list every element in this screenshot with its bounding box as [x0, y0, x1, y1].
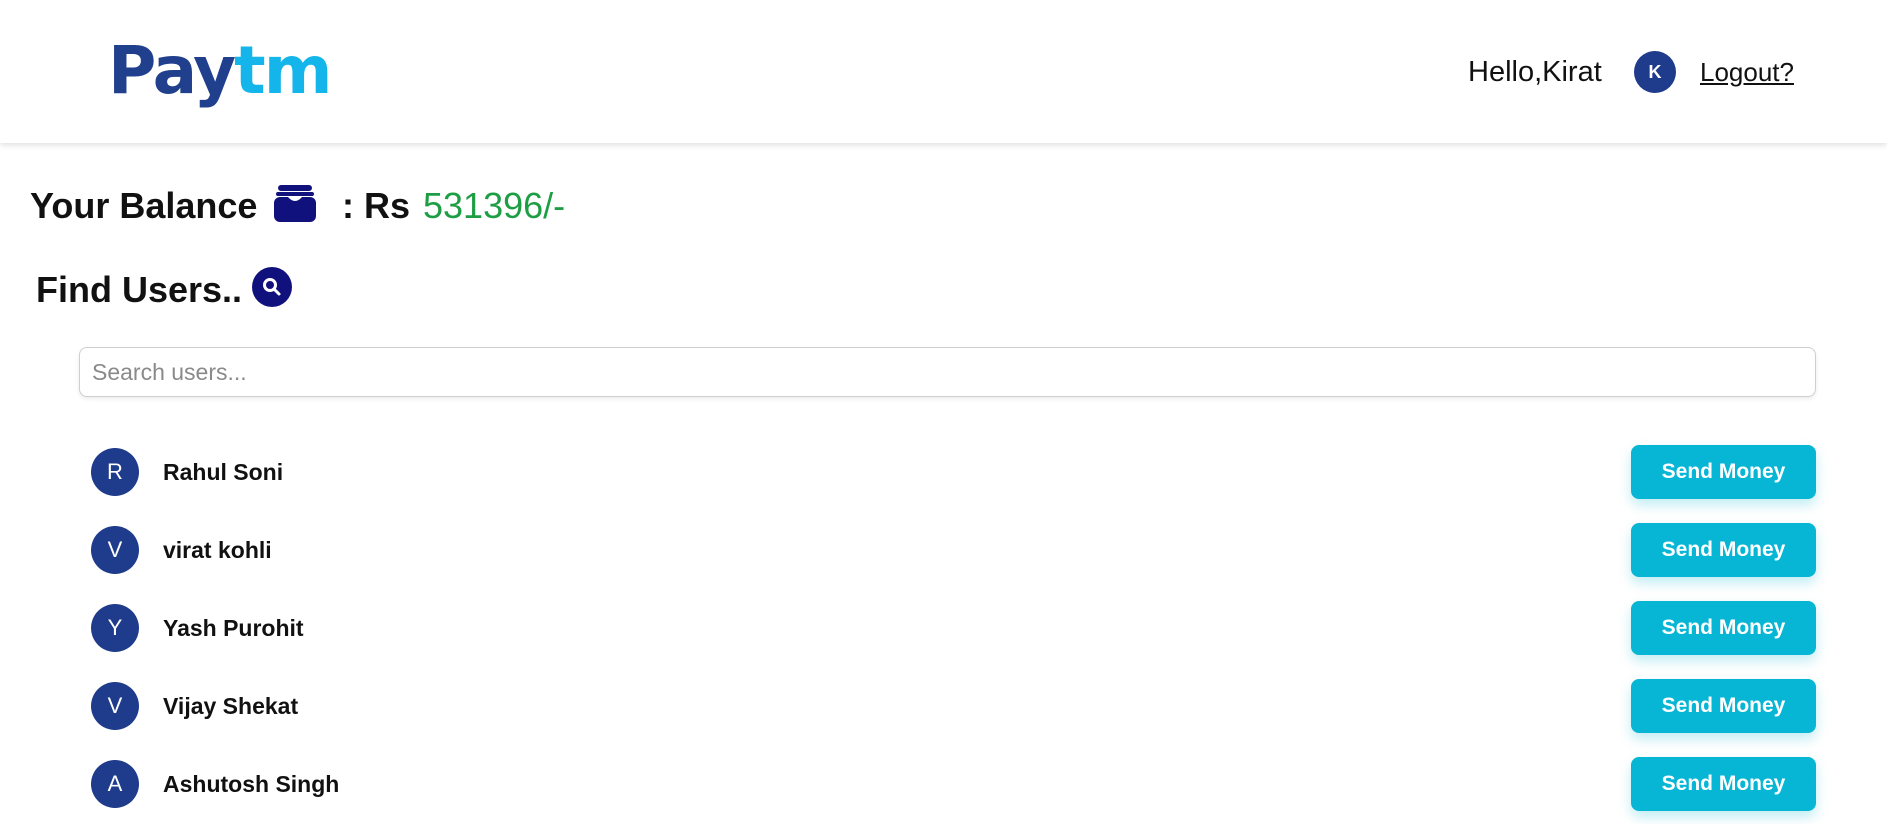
list-item: Y Yash Purohit Send Money	[0, 601, 1887, 655]
user-greeting: Hello,Kirat	[1468, 56, 1602, 88]
avatar: V	[91, 526, 139, 574]
list-item: V Vijay Shekat Send Money	[0, 679, 1887, 733]
avatar: R	[91, 448, 139, 496]
wallet-icon	[274, 185, 316, 222]
paytm-logo[interactable]: Pay tm	[108, 32, 332, 109]
avatar[interactable]: K	[1634, 51, 1676, 93]
find-users-title: Find Users..	[36, 269, 243, 310]
top-navbar: Pay tm Hello,Kirat K Logout?	[0, 0, 1887, 143]
logo-text-pay: Pay	[108, 32, 236, 109]
list-item: V virat kohli Send Money	[0, 523, 1887, 577]
send-money-button[interactable]: Send Money	[1631, 601, 1816, 655]
balance-label: Your Balance	[30, 185, 258, 226]
user-name: virat kohli	[163, 537, 272, 563]
balance-amount: 531396/-	[423, 185, 566, 226]
send-money-button[interactable]: Send Money	[1631, 523, 1816, 577]
magnifier-glyph	[263, 278, 281, 296]
avatar: V	[91, 682, 139, 730]
user-name: Yash Purohit	[163, 615, 304, 641]
list-item: A Ashutosh Singh Send Money	[0, 757, 1887, 811]
list-item: R Rahul Soni Send Money	[0, 445, 1887, 499]
logo-text-tm: tm	[234, 32, 332, 109]
balance-currency: : Rs	[342, 185, 411, 226]
send-money-button[interactable]: Send Money	[1631, 757, 1816, 811]
user-name: Ashutosh Singh	[163, 771, 340, 797]
user-name: Vijay Shekat	[163, 693, 299, 719]
send-money-button[interactable]: Send Money	[1631, 445, 1816, 499]
search-input[interactable]	[79, 347, 1816, 397]
search-icon[interactable]	[252, 267, 292, 307]
send-money-button[interactable]: Send Money	[1631, 679, 1816, 733]
logout-link[interactable]: Logout?	[1700, 56, 1794, 88]
user-name: Rahul Soni	[163, 459, 284, 485]
avatar: Y	[91, 604, 139, 652]
avatar: A	[91, 760, 139, 808]
